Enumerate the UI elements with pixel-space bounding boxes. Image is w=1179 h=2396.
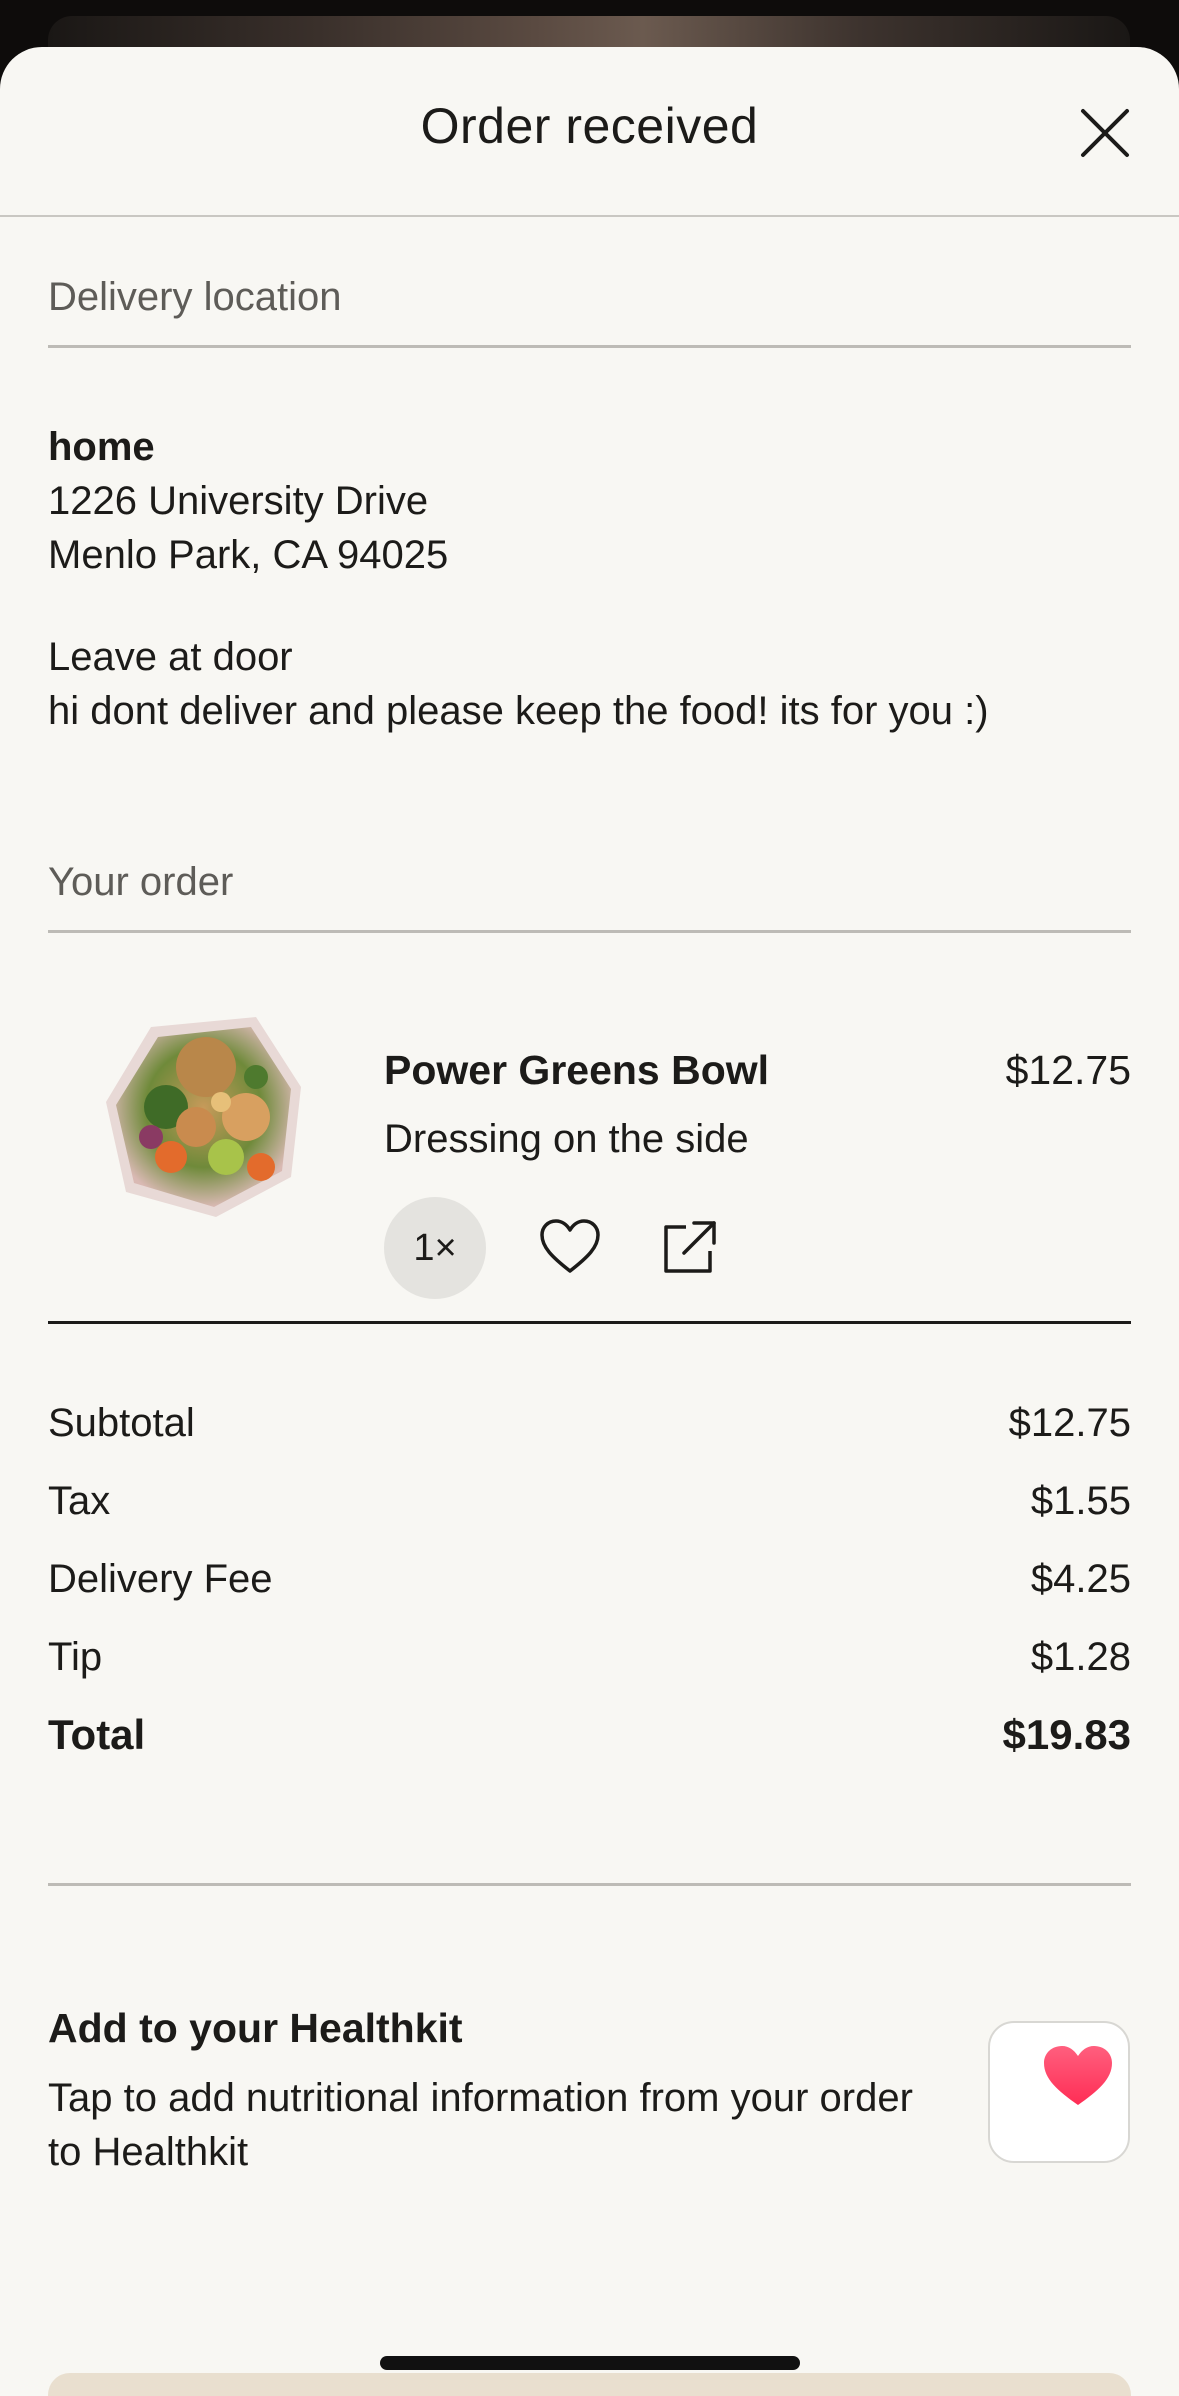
delivery-instruction: Leave at door	[48, 635, 293, 679]
healthkit-description: Tap to add nutritional information from …	[48, 2076, 913, 2174]
quantity-button[interactable]: 1×	[384, 1197, 486, 1299]
summary-row-tip: Tip $1.28	[48, 1631, 1131, 1683]
healthkit-button[interactable]	[988, 2021, 1130, 2163]
summary-value: $4.25	[1030, 1556, 1131, 1601]
delivery-note: hi dont deliver and please keep the food…	[48, 689, 989, 733]
close-icon	[1081, 109, 1129, 157]
share-button[interactable]	[660, 1217, 720, 1277]
divider	[48, 930, 1131, 933]
summary-row-subtotal: Subtotal $12.75	[48, 1397, 1131, 1449]
summary-value: $1.55	[1030, 1478, 1131, 1523]
page-title: Order received	[420, 98, 759, 154]
summary-row-delivery-fee: Delivery Fee $4.25	[48, 1553, 1131, 1605]
summary-row-total: Total $19.83	[48, 1709, 1131, 1761]
summary-label: Subtotal	[48, 1400, 195, 1445]
health-heart-icon	[1044, 2046, 1112, 2105]
order-sheet: Order received Delivery location home 12…	[0, 47, 1179, 2396]
heart-outline-icon	[540, 1219, 600, 1273]
summary-label: Delivery Fee	[48, 1556, 273, 1601]
divider	[48, 345, 1131, 348]
item-price: $12.75	[1005, 1047, 1131, 1093]
order-section-label: Your order	[48, 860, 234, 904]
divider	[48, 1321, 1131, 1324]
summary-value: $12.75	[1008, 1400, 1131, 1445]
sheet-header: Order received	[0, 47, 1179, 217]
item-option: Dressing on the side	[384, 1117, 749, 1161]
share-icon	[664, 1221, 716, 1273]
item-name: Power Greens Bowl	[384, 1047, 770, 1093]
total-value: $19.83	[1002, 1711, 1131, 1758]
total-label: Total	[48, 1711, 146, 1758]
address-line-2: Menlo Park, CA 94025	[48, 533, 449, 577]
location-name: home	[48, 425, 155, 469]
bottom-action-button[interactable]	[48, 2373, 1131, 2396]
delivery-section-label: Delivery location	[48, 275, 342, 319]
summary-value: $1.28	[1030, 1634, 1131, 1679]
close-button[interactable]	[1075, 103, 1135, 163]
food-image	[96, 1007, 316, 1227]
summary-row-tax: Tax $1.55	[48, 1475, 1131, 1527]
favorite-button[interactable]	[538, 1217, 602, 1277]
summary-label: Tip	[48, 1634, 103, 1679]
healthkit-title: Add to your Healthkit	[48, 2005, 463, 2051]
home-indicator	[380, 2356, 800, 2370]
divider	[48, 1883, 1131, 1886]
address-line-1: 1226 University Drive	[48, 479, 429, 523]
summary-label: Tax	[48, 1478, 111, 1523]
